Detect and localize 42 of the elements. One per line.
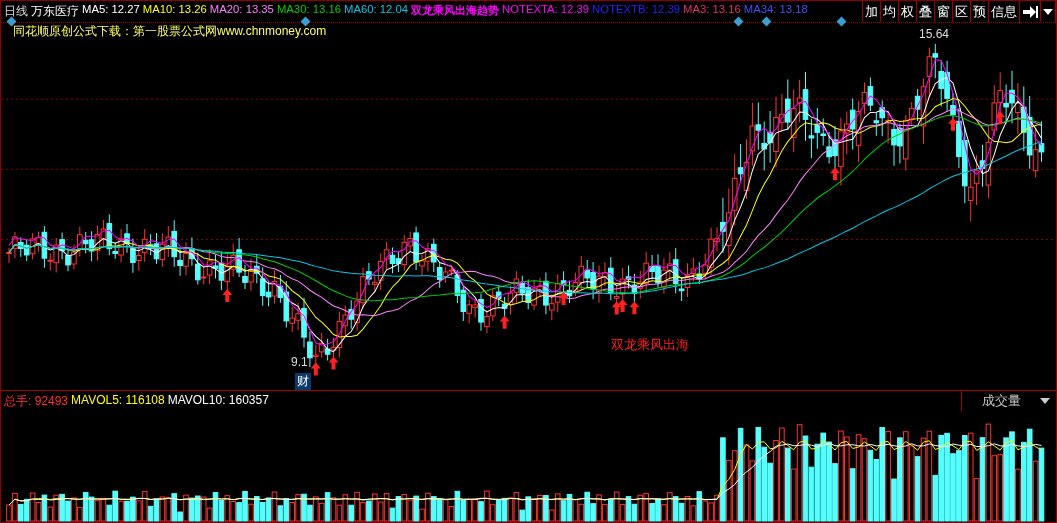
toolbar-button[interactable]: 区 <box>953 1 971 22</box>
toolbar-button[interactable]: 窗 <box>935 1 953 22</box>
indicator-value: MA3: 13.16 <box>683 3 741 17</box>
pin-right-icon[interactable] <box>1020 1 1041 22</box>
indicator-value: 双龙乘风出海趋势 <box>411 3 500 18</box>
indicator-value: MA10: 13.26 <box>142 3 207 17</box>
dropdown-icon <box>1040 398 1050 404</box>
volume-indicator: MAVOL10: 160357 <box>167 392 269 409</box>
signal-text: 双龙乘风出海 <box>611 336 689 354</box>
formula-description: 同花顺原创公式下载：第一股票公式网www.chnmoney.com <box>13 22 327 40</box>
toolbar-button[interactable]: 权 <box>899 1 917 22</box>
toolbar-button[interactable]: 均 <box>881 1 899 22</box>
toolbar-button[interactable]: 预 <box>971 1 989 22</box>
indicator-value: NOTEXTB: 12.39 <box>592 3 680 17</box>
toolbar-button[interactable]: 叠 <box>917 1 935 22</box>
high-price-label: 15.64 <box>919 27 950 41</box>
stock-name: 万东医疗 <box>31 3 79 20</box>
indicator-value: MA5: 12.27 <box>82 3 140 17</box>
signal-badge: 财 <box>295 373 311 390</box>
up-arrow-icon <box>617 298 628 312</box>
up-arrow-icon <box>222 288 233 302</box>
volume-indicator: MAVOL5: 116108 <box>71 392 165 409</box>
up-arrow-icon <box>995 111 1006 125</box>
toolbar-button[interactable]: 信息 <box>989 1 1020 22</box>
dropdown-icon[interactable] <box>1041 1 1056 22</box>
low-price-label: 9.1 <box>291 355 308 369</box>
period-label: 日线 <box>4 3 28 20</box>
up-arrow-icon <box>558 291 569 305</box>
indicator-value: MA60: 12.04 <box>343 3 409 17</box>
indicator-value: MA34: 13.18 <box>743 3 808 17</box>
up-arrow-icon <box>328 356 339 370</box>
indicator-value: MA20: 13.35 <box>209 3 274 17</box>
up-arrow-icon <box>629 301 640 315</box>
up-arrow-icon <box>611 301 622 315</box>
volume-indicator: 总手: 92493 <box>4 392 69 410</box>
up-arrow-icon <box>830 167 840 181</box>
indicator-value: MA30: 13.16 <box>276 3 341 17</box>
up-arrow-icon <box>310 362 321 376</box>
indicator-value: NOTEXTA: 12.39 <box>502 3 590 17</box>
toolbar-button[interactable]: 加 <box>863 1 881 22</box>
up-arrow-icon <box>499 315 510 329</box>
up-arrow-icon <box>948 117 958 131</box>
